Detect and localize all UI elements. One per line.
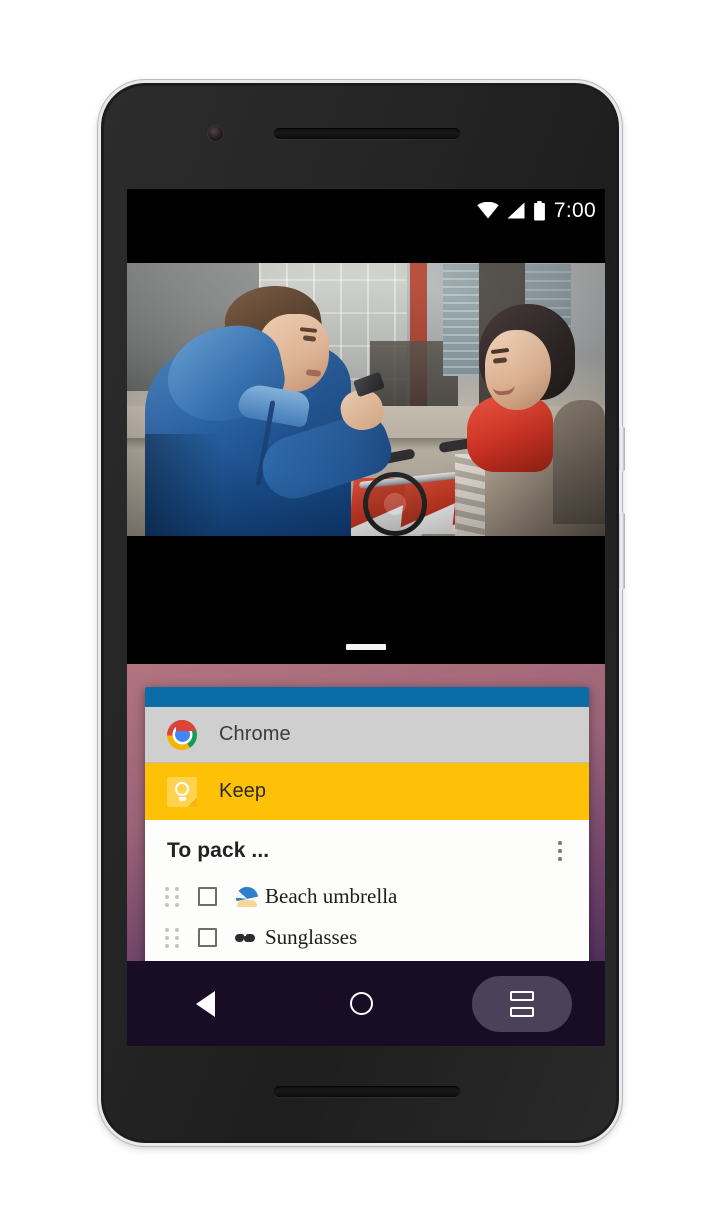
front-camera-icon — [208, 126, 223, 141]
recents-card-keep-label: Keep — [219, 780, 267, 802]
keep-bulb-base-shape — [179, 796, 186, 801]
list-item-label: Beach umbrella — [265, 884, 398, 908]
status-bar: 7:00 — [127, 189, 605, 232]
overflow-dot — [558, 849, 562, 853]
drag-dot — [175, 935, 179, 940]
scene-man-blue-jacket — [145, 279, 398, 536]
video-player-app[interactable] — [127, 232, 605, 664]
drag-handle-icon[interactable] — [159, 927, 185, 949]
drag-dot — [175, 927, 179, 932]
wifi-icon — [477, 202, 499, 219]
scene-woman-face — [485, 330, 551, 410]
sunglasses-emoji — [235, 927, 257, 949]
screenshot-canvas: 7:00 Chrome Keep To pack ... Beach umbre… — [0, 0, 720, 1224]
earpiece-speaker — [274, 128, 460, 139]
recents-card-chrome[interactable]: Chrome — [145, 707, 589, 763]
phone-screen: 7:00 Chrome Keep To pack ... Beach umbre… — [127, 189, 605, 1046]
list-item-label: Sunglasses — [265, 925, 358, 949]
split-divider-handle[interactable] — [346, 644, 386, 650]
recents-card-chrome-label: Chrome — [219, 723, 291, 745]
chrome-logo-icon — [167, 719, 197, 750]
list-item[interactable]: Sunglasses — [145, 917, 589, 958]
phone-body: 7:00 Chrome Keep To pack ... Beach umbre… — [104, 86, 625, 1140]
list-item[interactable]: Beach umbrella — [145, 876, 589, 917]
drag-dot — [175, 943, 179, 948]
keep-note-title: To pack ... — [167, 839, 270, 862]
keep-bulb-shape — [175, 781, 189, 796]
drag-dot — [175, 894, 179, 899]
drag-dot — [165, 935, 169, 940]
scene-man-shadow — [145, 434, 223, 536]
overflow-dot — [558, 841, 562, 845]
drag-dot — [165, 927, 169, 932]
split-screen-button[interactable] — [472, 975, 572, 1032]
status-clock: 7:00 — [553, 199, 596, 222]
chrome-toolbar — [145, 687, 589, 707]
drag-dot — [165, 894, 169, 899]
beach-umbrella-emoji — [235, 886, 257, 908]
keep-logo-icon — [167, 776, 197, 807]
overflow-dot — [558, 857, 562, 861]
drag-handle-icon[interactable] — [159, 886, 185, 908]
volume-rocker[interactable] — [619, 512, 625, 590]
keep-note-header: To pack ... — [145, 820, 589, 876]
checkbox-sunglasses[interactable] — [198, 928, 217, 947]
battery-icon — [534, 200, 545, 220]
home-button[interactable] — [316, 976, 406, 1032]
bottom-speaker — [274, 1086, 460, 1097]
drag-dot — [165, 902, 169, 907]
scene-woman-sleeve — [553, 400, 605, 524]
power-button[interactable] — [619, 426, 625, 472]
back-button[interactable] — [160, 976, 250, 1032]
drag-dot — [175, 886, 179, 891]
drag-dot — [165, 886, 169, 891]
split-pane-top — [510, 990, 534, 1001]
split-pane-bottom — [510, 1006, 534, 1017]
drag-dot — [175, 902, 179, 907]
drag-dot — [165, 943, 169, 948]
checkbox-beach-umbrella[interactable] — [198, 887, 217, 906]
cellular-signal-icon — [507, 202, 525, 219]
overflow-menu-icon[interactable] — [548, 836, 572, 866]
video-surface[interactable] — [127, 263, 605, 536]
split-screen-icon — [510, 990, 534, 1017]
circle-icon — [349, 992, 373, 1015]
scene-woman-red-scarf — [455, 304, 605, 536]
phone-frame: 7:00 Chrome Keep To pack ... Beach umbre… — [101, 83, 625, 1143]
navigation-bar — [127, 961, 605, 1046]
recents-card-keep[interactable]: Keep — [145, 763, 589, 820]
triangle-left-icon — [195, 990, 215, 1017]
